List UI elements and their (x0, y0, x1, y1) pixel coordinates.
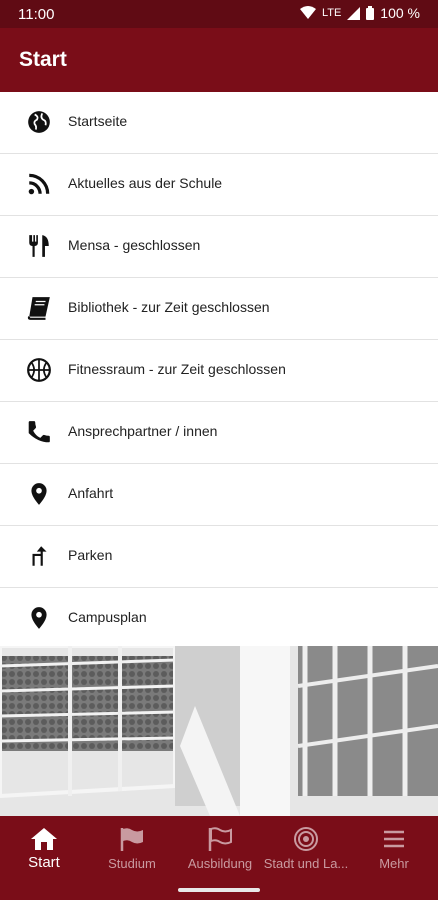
menu-item-anfahrt[interactable]: Anfahrt (0, 464, 438, 526)
map-pin-icon (31, 483, 47, 505)
bottom-navigation: Start Studium Ausbildung Stadt und La...… (0, 816, 438, 880)
menu-item-label: Bibliothek - zur Zeit geschlossen (68, 299, 270, 315)
battery-icon (366, 6, 375, 20)
menu-item-label: Fitnessraum - zur Zeit geschlossen (68, 361, 286, 377)
tab-label: Start (28, 854, 60, 871)
tab-label: Mehr (379, 856, 409, 871)
menu-item-aktuelles[interactable]: Aktuelles aus der Schule (0, 154, 438, 216)
menu-item-label: Startseite (68, 113, 128, 129)
building-illustration (0, 646, 438, 816)
map-pin-icon (31, 607, 47, 629)
tab-ausbildung[interactable]: Ausbildung (176, 816, 264, 880)
menu-item-startseite[interactable]: Startseite (0, 92, 438, 154)
menu-item-bibliothek[interactable]: Bibliothek - zur Zeit geschlossen (0, 278, 438, 340)
tab-label: Studium (108, 856, 156, 871)
target-icon (294, 827, 318, 851)
turn-arrow-icon (32, 546, 47, 566)
menu-item-label: Parken (68, 547, 113, 563)
phone-icon (28, 421, 50, 443)
tab-start[interactable]: Start (0, 816, 88, 880)
basketball-icon (27, 358, 51, 382)
app-bar: Start (0, 28, 438, 92)
tab-label: Stadt und La... (263, 856, 349, 871)
tab-mehr[interactable]: Mehr (350, 816, 438, 880)
menu-item-ansprechpartner[interactable]: Ansprechpartner / innen (0, 402, 438, 464)
network-type: LTE (321, 7, 342, 19)
menu-icon (384, 830, 404, 848)
flag-icon (120, 828, 143, 851)
globe-icon (28, 111, 50, 133)
home-icon (31, 828, 57, 850)
page-title: Start (19, 48, 67, 71)
tab-stadt-und-land[interactable]: Stadt und La... (262, 816, 350, 880)
book-icon (27, 297, 50, 320)
menu-item-mensa[interactable]: Mensa - geschlossen (0, 216, 438, 278)
menu-item-parken[interactable]: Parken (0, 526, 438, 588)
menu-item-label: Mensa - geschlossen (68, 237, 201, 253)
battery-percent: 100 % (380, 5, 420, 21)
menu-item-fitnessraum[interactable]: Fitnessraum - zur Zeit geschlossen (0, 340, 438, 402)
signal-icon (347, 6, 361, 20)
campus-building-image (0, 646, 438, 816)
menu-item-label: Ansprechpartner / innen (68, 423, 218, 439)
tab-studium[interactable]: Studium (88, 816, 176, 880)
wifi-icon (299, 6, 316, 19)
start-menu-list: Startseite Aktuelles aus der Schule Mens… (0, 92, 438, 650)
menu-item-label: Anfahrt (68, 485, 114, 501)
flag-outline-icon (208, 827, 232, 851)
menu-item-campusplan[interactable]: Campusplan (0, 588, 438, 650)
menu-item-label: Campusplan (68, 609, 147, 625)
system-navigation-bar (0, 880, 438, 900)
home-gesture-handle[interactable] (178, 888, 260, 892)
status-time: 11:00 (18, 6, 55, 23)
tab-label: Ausbildung (187, 856, 253, 871)
utensils-icon (29, 235, 49, 257)
rss-icon (28, 173, 50, 195)
menu-item-label: Aktuelles aus der Schule (68, 175, 223, 191)
status-bar: 11:00 LTE 100 % (0, 0, 438, 28)
